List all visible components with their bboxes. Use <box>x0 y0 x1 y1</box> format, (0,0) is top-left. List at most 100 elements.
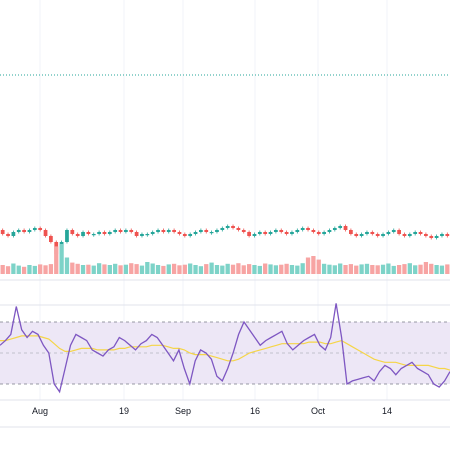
candle <box>156 230 160 232</box>
candle <box>381 234 385 236</box>
volume-bar <box>354 265 359 274</box>
volume-bar <box>380 264 386 274</box>
volume-bar <box>279 264 284 274</box>
volume-bar <box>16 265 21 274</box>
candle <box>134 232 139 236</box>
candle <box>209 232 214 234</box>
candle <box>247 232 251 236</box>
volume-bar <box>241 265 246 274</box>
candle <box>397 230 401 234</box>
candle <box>215 230 219 232</box>
candle <box>241 230 246 232</box>
volume-bar <box>54 246 59 274</box>
volume-bar <box>155 265 161 274</box>
volume-bar <box>182 264 187 274</box>
volume-bar <box>198 266 204 274</box>
volume-bar <box>134 264 139 274</box>
candle <box>193 232 198 234</box>
volume-bar <box>96 263 102 274</box>
volume-bar <box>273 265 279 274</box>
candle <box>295 230 300 232</box>
volume-bar <box>5 266 11 274</box>
volume-bar <box>268 264 273 274</box>
x-tick-label: 16 <box>250 406 260 416</box>
rsi-panel <box>0 303 450 394</box>
candle <box>113 230 118 232</box>
volume-bar <box>59 244 64 274</box>
price-panel <box>0 74 450 256</box>
volume-bar <box>434 265 439 274</box>
candle <box>424 234 428 236</box>
candle <box>124 230 128 232</box>
volume-bar <box>102 264 107 274</box>
volume-bar <box>32 265 37 274</box>
candle <box>11 232 16 236</box>
candle <box>129 230 134 232</box>
candle <box>413 232 418 234</box>
volume-bar <box>80 265 86 274</box>
volume-bar <box>300 263 305 274</box>
volume-bar <box>48 264 54 274</box>
volume-bar <box>204 264 209 274</box>
candle <box>284 232 289 234</box>
candle <box>311 230 316 232</box>
volume-bar <box>91 265 96 274</box>
volume-bar <box>359 264 364 274</box>
candle <box>172 230 176 232</box>
volume-bar <box>407 263 412 274</box>
candle <box>140 234 144 236</box>
candle <box>391 230 396 232</box>
volume-bar <box>193 265 198 274</box>
volume-bar <box>332 265 337 274</box>
volume-bar <box>402 264 407 274</box>
volume-histogram <box>0 244 450 274</box>
volume-bar <box>166 264 171 274</box>
candle <box>327 230 332 232</box>
volume-bar <box>316 259 321 274</box>
candle <box>6 234 10 236</box>
volume-bar <box>113 263 118 274</box>
x-axis-ticks: Aug 19 Sep 16 Oct 14 <box>32 406 392 416</box>
candle <box>375 234 380 236</box>
candle <box>65 230 69 242</box>
volume-bar <box>188 263 193 274</box>
volume-bar <box>375 265 380 274</box>
candle <box>27 230 32 232</box>
candle <box>231 226 235 228</box>
candle <box>86 232 91 234</box>
volume-bar <box>429 263 434 274</box>
volume-bar <box>236 263 241 274</box>
candle <box>440 234 444 236</box>
candle <box>0 230 5 234</box>
volume-bar <box>139 265 145 274</box>
volume-bar <box>418 264 423 274</box>
volume-bar <box>445 264 450 274</box>
volume-bar <box>423 262 429 274</box>
x-tick-label: Aug <box>32 406 48 416</box>
candle <box>102 232 107 234</box>
candle <box>359 234 364 236</box>
candle <box>32 228 37 230</box>
volume-bar <box>413 265 418 274</box>
candle <box>70 230 75 234</box>
volume-bar <box>86 264 91 274</box>
volume-bar <box>214 265 220 274</box>
candle <box>316 232 321 234</box>
volume-bar <box>0 265 5 274</box>
candle <box>332 228 337 230</box>
candle <box>150 232 155 234</box>
candle <box>268 232 273 234</box>
volume-bar <box>150 263 155 274</box>
volume-bar <box>209 262 214 274</box>
x-tick-label: Oct <box>311 406 326 416</box>
candle <box>322 232 326 234</box>
volume-bar <box>75 263 80 274</box>
candle <box>300 228 305 230</box>
candle <box>349 230 353 234</box>
candle <box>407 234 412 236</box>
candle <box>166 230 171 232</box>
volume-bar <box>252 265 257 274</box>
candle <box>182 234 187 236</box>
volume-bar <box>263 263 268 274</box>
candle <box>257 232 262 234</box>
